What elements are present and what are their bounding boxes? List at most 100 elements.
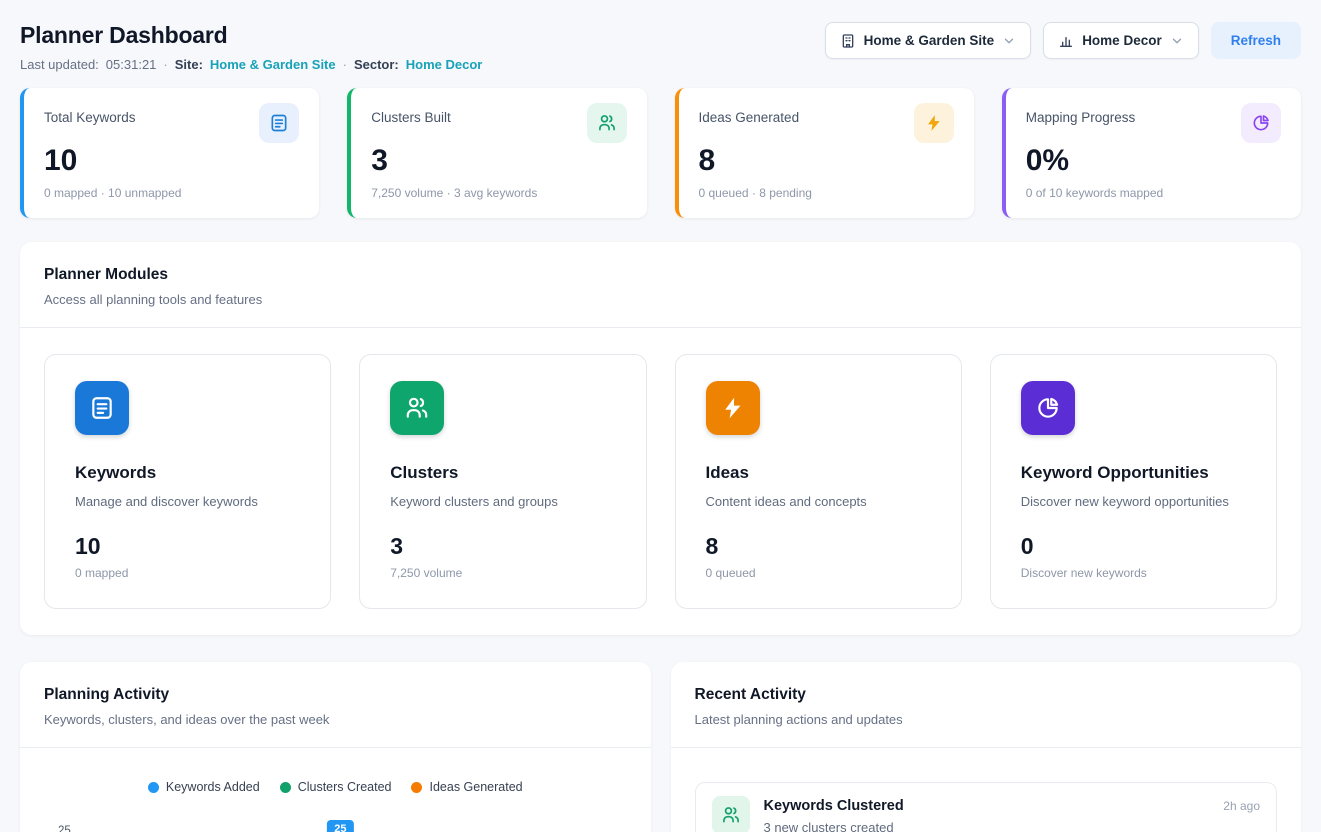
legend-item-keywords-added[interactable]: Keywords Added (148, 780, 260, 794)
chart-plot: 25 24 (80, 820, 623, 832)
building-icon (840, 33, 856, 49)
bottom-row: Planning Activity Keywords, clusters, an… (20, 662, 1301, 832)
page-title: Planner Dashboard (20, 22, 482, 49)
legend-dot-blue (148, 782, 159, 793)
panel-subtitle: Keywords, clusters, and ideas over the p… (44, 712, 627, 727)
stat-top: Ideas Generated (699, 103, 954, 143)
panel-title: Planning Activity (44, 686, 627, 704)
panel-subtitle: Latest planning actions and updates (695, 712, 1278, 727)
stat-value: 0% (1026, 144, 1281, 177)
stat-top: Clusters Built (371, 103, 626, 143)
module-value: 10 (75, 533, 300, 560)
last-updated-label: Last updated: (20, 57, 99, 72)
stat-subtext: 7,250 volume · 3 avg keywords (371, 186, 626, 200)
site-link[interactable]: Home & Garden Site (210, 57, 336, 72)
module-grid: Keywords Manage and discover keywords 10… (44, 354, 1277, 609)
stat-top: Total Keywords (44, 103, 299, 143)
users-icon (587, 103, 627, 143)
stat-value: 3 (371, 144, 626, 177)
modules-body: Keywords Manage and discover keywords 10… (20, 328, 1301, 635)
site-label: Site: (175, 57, 203, 72)
site-selector-value: Home & Garden Site (864, 33, 995, 48)
document-icon (75, 381, 129, 435)
module-card-clusters[interactable]: Clusters Keyword clusters and groups 3 7… (359, 354, 646, 609)
recent-activity-panel: Recent Activity Latest planning actions … (671, 662, 1302, 832)
module-value: 0 (1021, 533, 1246, 560)
sector-label: Sector: (354, 57, 399, 72)
module-subtext: 7,250 volume (390, 566, 615, 580)
activity-timestamp: 2h ago (1223, 799, 1260, 813)
module-card-ideas[interactable]: Ideas Content ideas and concepts 8 0 que… (675, 354, 962, 609)
panel-header: Planner Modules Access all planning tool… (20, 242, 1301, 328)
chevron-down-icon (1170, 34, 1184, 48)
bolt-icon (914, 103, 954, 143)
module-subtext: Discover new keywords (1021, 566, 1246, 580)
meta-row: Last updated: 05:31:21 · Site: Home & Ga… (20, 57, 482, 72)
y-axis-tick: 25 (58, 825, 71, 832)
module-card-keyword-opportunities[interactable]: Keyword Opportunities Discover new keywo… (990, 354, 1277, 609)
stat-value: 10 (44, 144, 299, 177)
site-selector-button[interactable]: Home & Garden Site (825, 22, 1032, 59)
activity-description: 3 new clusters created (764, 820, 1210, 832)
planner-modules-panel: Planner Modules Access all planning tool… (20, 242, 1301, 635)
refresh-button[interactable]: Refresh (1211, 22, 1301, 59)
module-description: Content ideas and concepts (706, 494, 931, 509)
header-left: Planner Dashboard Last updated: 05:31:21… (20, 22, 482, 72)
module-title: Keyword Opportunities (1021, 463, 1246, 483)
top-bar: Planner Dashboard Last updated: 05:31:21… (20, 22, 1301, 72)
planner-dashboard-page: Planner Dashboard Last updated: 05:31:21… (0, 0, 1321, 832)
bar-chart-icon (1058, 33, 1074, 49)
stat-card-mapping-progress: Mapping Progress 0% 0 of 10 keywords map… (1002, 88, 1301, 218)
module-title: Clusters (390, 463, 615, 483)
legend-label: Clusters Created (298, 780, 392, 794)
activity-text: Keywords Clustered 3 new clusters create… (764, 796, 1210, 832)
module-title: Ideas (706, 463, 931, 483)
module-value: 3 (390, 533, 615, 560)
recent-activity-list: Keywords Clustered 3 new clusters create… (671, 748, 1302, 832)
chart-legend: Keywords Added Clusters Created Ideas Ge… (44, 780, 627, 794)
stat-label: Clusters Built (371, 110, 451, 125)
stat-label: Mapping Progress (1026, 110, 1136, 125)
legend-dot-orange (411, 782, 422, 793)
activity-area-chart: 25 25 24 (44, 820, 627, 832)
stat-subtext: 0 mapped · 10 unmapped (44, 186, 299, 200)
panel-subtitle: Access all planning tools and features (44, 292, 1277, 307)
module-card-keywords[interactable]: Keywords Manage and discover keywords 10… (44, 354, 331, 609)
stat-value: 8 (699, 144, 954, 177)
bolt-icon (706, 381, 760, 435)
legend-item-ideas-generated[interactable]: Ideas Generated (411, 780, 522, 794)
chevron-down-icon (1002, 34, 1016, 48)
stat-card-ideas-generated: Ideas Generated 8 0 queued · 8 pending (675, 88, 974, 218)
sector-selector-button[interactable]: Home Decor (1043, 22, 1199, 59)
sector-selector-value: Home Decor (1082, 33, 1162, 48)
stats-row: Total Keywords 10 0 mapped · 10 unmapped… (20, 88, 1301, 218)
stat-label: Ideas Generated (699, 110, 800, 125)
sector-link[interactable]: Home Decor (406, 57, 483, 72)
stat-card-clusters-built: Clusters Built 3 7,250 volume · 3 avg ke… (347, 88, 646, 218)
module-description: Keyword clusters and groups (390, 494, 615, 509)
legend-label: Ideas Generated (429, 780, 522, 794)
legend-item-clusters-created[interactable]: Clusters Created (280, 780, 392, 794)
panel-title: Planner Modules (44, 266, 1277, 284)
module-description: Discover new keyword opportunities (1021, 494, 1246, 509)
module-title: Keywords (75, 463, 300, 483)
module-value: 8 (706, 533, 931, 560)
stat-subtext: 0 of 10 keywords mapped (1026, 186, 1281, 200)
stat-card-total-keywords: Total Keywords 10 0 mapped · 10 unmapped (20, 88, 319, 218)
last-updated-value: 05:31:21 (106, 57, 157, 72)
users-icon (390, 381, 444, 435)
stat-label: Total Keywords (44, 110, 136, 125)
legend-label: Keywords Added (166, 780, 260, 794)
separator-dot: · (343, 57, 347, 72)
data-point-label: 25 (327, 820, 353, 832)
chart-body: Keywords Added Clusters Created Ideas Ge… (20, 748, 651, 832)
users-icon (712, 796, 750, 832)
stat-subtext: 0 queued · 8 pending (699, 186, 954, 200)
stat-top: Mapping Progress (1026, 103, 1281, 143)
document-icon (259, 103, 299, 143)
module-subtext: 0 queued (706, 566, 931, 580)
activity-item-keywords-clustered: Keywords Clustered 3 new clusters create… (695, 782, 1278, 832)
panel-header: Recent Activity Latest planning actions … (671, 662, 1302, 748)
pie-chart-icon (1021, 381, 1075, 435)
planning-activity-panel: Planning Activity Keywords, clusters, an… (20, 662, 651, 832)
